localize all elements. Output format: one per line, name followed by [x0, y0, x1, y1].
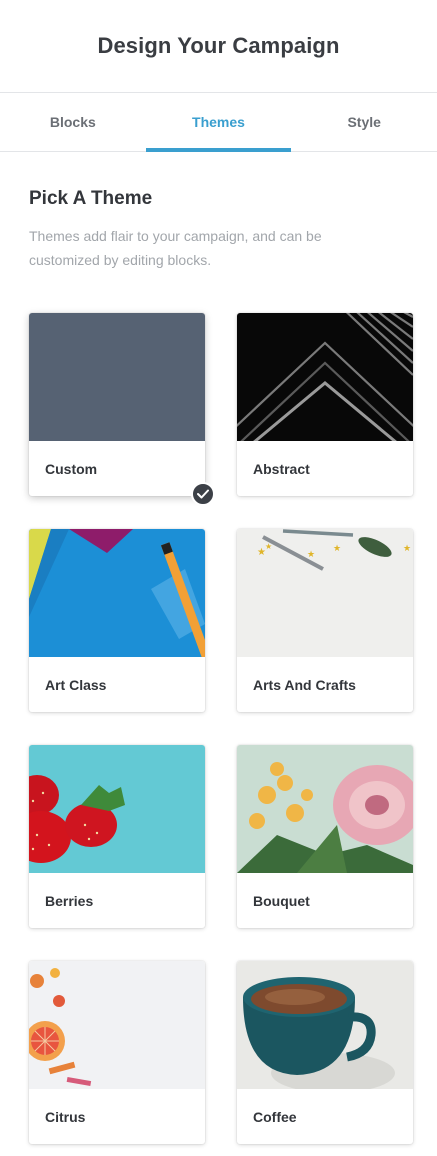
- tab-blocks[interactable]: Blocks: [0, 93, 146, 151]
- theme-card-citrus[interactable]: Citrus: [29, 961, 205, 1144]
- tab-bar: Blocks Themes Style: [0, 93, 437, 152]
- page-title: Design Your Campaign: [97, 33, 340, 58]
- theme-grid: Custom Abstract Art Class ★ ★ ★ ★ ★ Arts…: [29, 313, 414, 1144]
- section-description: Themes add flair to your campaign, and c…: [29, 228, 322, 268]
- theme-label: Art Class: [45, 676, 107, 693]
- berries-image: [29, 745, 205, 873]
- theme-card-arts-and-crafts[interactable]: ★ ★ ★ ★ ★ Arts And Crafts: [237, 529, 413, 712]
- theme-label: Arts And Crafts: [253, 676, 356, 693]
- coffee-image: [237, 961, 413, 1089]
- bouquet-image: [237, 745, 413, 873]
- section-title: Pick A Theme: [29, 188, 153, 209]
- themes-panel: Pick A Theme Themes add flair to your ca…: [0, 152, 437, 1144]
- abstract-image: [237, 313, 413, 441]
- theme-label: Berries: [45, 892, 94, 909]
- theme-label: Citrus: [45, 1108, 86, 1125]
- page-header: Design Your Campaign: [0, 0, 437, 93]
- theme-thumbnail: [237, 313, 413, 441]
- theme-card-coffee[interactable]: Coffee: [237, 961, 413, 1144]
- check-icon: [197, 489, 209, 499]
- theme-card-art-class[interactable]: Art Class: [29, 529, 205, 712]
- theme-card-berries[interactable]: Berries: [29, 745, 205, 928]
- theme-card-abstract[interactable]: Abstract: [237, 313, 413, 496]
- theme-thumbnail: ★ ★ ★ ★ ★: [237, 529, 413, 657]
- theme-label: Coffee: [253, 1108, 297, 1125]
- theme-thumbnail: [29, 529, 205, 657]
- theme-thumbnail: [29, 745, 205, 873]
- theme-card-bouquet[interactable]: Bouquet: [237, 745, 413, 928]
- tab-themes[interactable]: Themes: [145, 93, 292, 152]
- theme-label: Custom: [45, 460, 98, 477]
- citrus-image: [29, 961, 205, 1089]
- theme-label: Bouquet: [253, 892, 310, 909]
- theme-label: Abstract: [253, 460, 310, 477]
- theme-card-custom[interactable]: Custom: [29, 313, 215, 506]
- tab-style[interactable]: Style: [291, 93, 437, 151]
- svg-text:★: ★: [307, 549, 315, 559]
- arts-and-crafts-image: ★ ★ ★ ★ ★: [237, 529, 413, 657]
- theme-thumbnail: [29, 961, 205, 1089]
- art-class-image: [29, 529, 205, 657]
- theme-thumbnail: [237, 745, 413, 873]
- theme-thumbnail: [237, 961, 413, 1089]
- selected-badge: [191, 482, 215, 506]
- svg-text:★: ★: [265, 542, 272, 551]
- svg-text:★: ★: [333, 543, 341, 553]
- theme-thumbnail: [29, 313, 205, 441]
- svg-text:★: ★: [403, 543, 411, 553]
